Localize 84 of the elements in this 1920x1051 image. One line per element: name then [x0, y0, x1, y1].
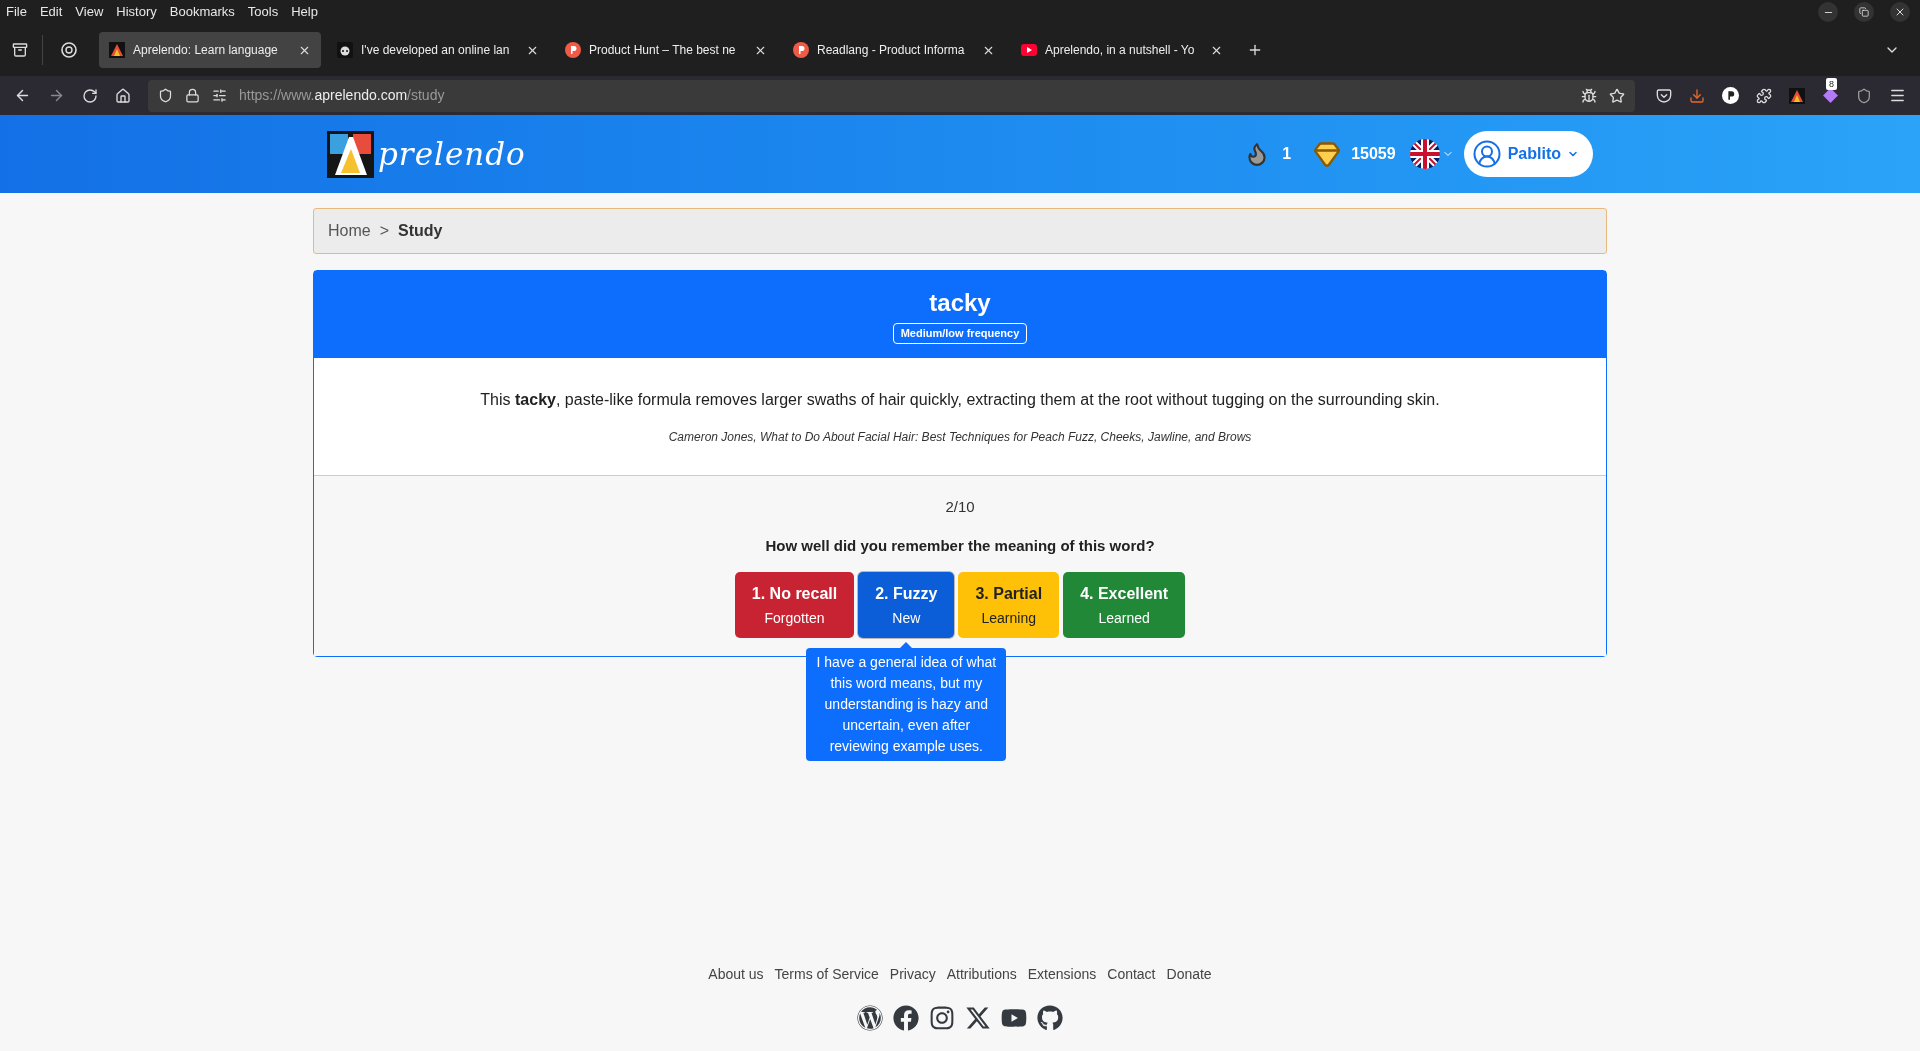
menu-item[interactable]: History	[116, 2, 157, 22]
rating-button[interactable]: 4. Excellent Learned	[1063, 572, 1186, 638]
bookmark-star-icon[interactable]	[1609, 87, 1625, 104]
tab-title: Readlang - Product Informa	[817, 42, 966, 59]
logo-text[interactable]: prelendo	[378, 130, 526, 178]
bug-icon[interactable]	[1581, 87, 1597, 104]
pinned-tab-icon[interactable]	[61, 42, 77, 58]
footer-link[interactable]: Extensions	[1027, 964, 1097, 985]
rating-button[interactable]: 1. No recall Forgotten	[734, 572, 855, 638]
p-circle-icon	[565, 42, 581, 58]
play-icon	[1021, 44, 1037, 56]
forward-icon[interactable]	[48, 87, 65, 104]
new-tab-icon[interactable]	[1247, 42, 1263, 58]
github-icon[interactable]	[1037, 1005, 1063, 1031]
source-citation: Cameron Jones, What to Do About Facial Hair: Best Techniques for Peach Fuzz, Cheeks, Jawline, and Brows	[668, 428, 1252, 446]
rating-button[interactable]: 2. Fuzzy New	[858, 572, 955, 638]
breadcrumb-separator: >	[379, 221, 390, 241]
lock-icon[interactable]	[185, 88, 200, 103]
back-icon[interactable]	[14, 87, 31, 104]
menu-item[interactable]: Help	[291, 2, 318, 22]
breadcrumb-item: Study	[398, 221, 443, 241]
permissions-icon[interactable]	[212, 88, 227, 103]
tab-list-icon[interactable]	[12, 42, 28, 58]
footer-link[interactable]: Contact	[1107, 964, 1156, 985]
footer-link[interactable]: Privacy	[889, 964, 936, 985]
p-circle-icon[interactable]	[1722, 87, 1739, 104]
gem-icon	[1313, 140, 1342, 168]
question-text: How well did you remember the meaning of this word?	[765, 535, 1155, 556]
menu-item[interactable]: Tools	[247, 2, 279, 22]
uk-flag-icon	[1409, 139, 1440, 169]
alien-icon	[337, 42, 353, 58]
wordpress-icon[interactable]	[857, 1005, 883, 1031]
browser-tab[interactable]: I've developed an online lan	[327, 32, 549, 68]
browser-tab[interactable]: Readlang - Product Informa	[783, 32, 1005, 68]
notification-badge: 8	[1826, 78, 1837, 90]
download-icon[interactable]	[1689, 87, 1705, 104]
menu-item[interactable]: Edit	[39, 2, 63, 22]
menu-item[interactable]: File	[6, 2, 27, 22]
breadcrumb-item[interactable]: Home	[328, 219, 371, 243]
user-menu-button[interactable]: Pablito	[1463, 131, 1593, 177]
tab-title: Aprelendo, in a nutshell - Yo	[1045, 42, 1196, 59]
p-circle-icon	[793, 42, 809, 58]
tab-title: Aprelendo: Learn language	[133, 42, 279, 59]
shield-icon[interactable]	[158, 88, 173, 103]
logo-icon	[109, 42, 125, 58]
url-text: https://www.aprelendo.com/study	[239, 86, 445, 105]
footer-link[interactable]: Terms of Service	[774, 964, 879, 985]
address-bar[interactable]: https://www.aprelendo.com/study	[148, 79, 1635, 112]
instagram-icon[interactable]	[929, 1005, 955, 1031]
footer-link[interactable]: Attributions	[946, 964, 1017, 985]
extensions-icon[interactable]	[1756, 87, 1772, 104]
rating-button[interactable]: 3. Partial Learning	[958, 572, 1060, 638]
progress-counter: 2/10	[945, 497, 975, 517]
close-button[interactable]	[1890, 2, 1910, 22]
frequency-badge: Medium/low frequency	[892, 323, 1028, 344]
tab-title: Product Hunt – The best ne	[589, 42, 737, 59]
tab-title: I've developed an online lan	[361, 42, 511, 59]
tooltip: I have a general idea of what this word means, but my understanding is hazy and uncertain, even after reviewing example uses.	[806, 648, 1007, 761]
menu-item[interactable]: View	[75, 2, 104, 22]
shield-extension-icon[interactable]	[1856, 87, 1872, 104]
logo-icon[interactable]	[327, 130, 374, 178]
reload-icon[interactable]	[82, 87, 98, 104]
word-title: tacky	[929, 288, 991, 319]
logo-icon	[1789, 87, 1805, 104]
restore-button[interactable]	[1854, 2, 1874, 22]
example-sentence: This tacky, paste-like formula removes larger swaths of hair quickly, extracting them at the root without tugging on the surrounding skin.	[480, 389, 1440, 410]
browser-tab[interactable]: Aprelendo: Learn language	[99, 32, 321, 68]
x-icon[interactable]	[965, 1005, 991, 1031]
user-icon	[1471, 139, 1502, 169]
pocket-icon[interactable]	[1656, 87, 1672, 104]
footer-link[interactable]: About us	[708, 964, 764, 985]
streak-count: 1	[1282, 144, 1292, 164]
gem-count: 15059	[1351, 144, 1396, 164]
menu-item[interactable]: Bookmarks	[169, 2, 235, 22]
home-icon[interactable]	[115, 87, 131, 104]
footer-link[interactable]: Donate	[1166, 964, 1212, 985]
restore-icon	[1859, 7, 1869, 17]
extension-icon[interactable]	[1822, 87, 1839, 104]
language-dropdown[interactable]	[1409, 139, 1454, 169]
browser-tab[interactable]: Product Hunt – The best ne	[555, 32, 777, 68]
close-icon	[1894, 6, 1906, 18]
browser-tab[interactable]: Aprelendo, in a nutshell - Yo	[1011, 32, 1233, 68]
menu-icon[interactable]	[1889, 87, 1906, 104]
facebook-icon[interactable]	[893, 1005, 919, 1031]
